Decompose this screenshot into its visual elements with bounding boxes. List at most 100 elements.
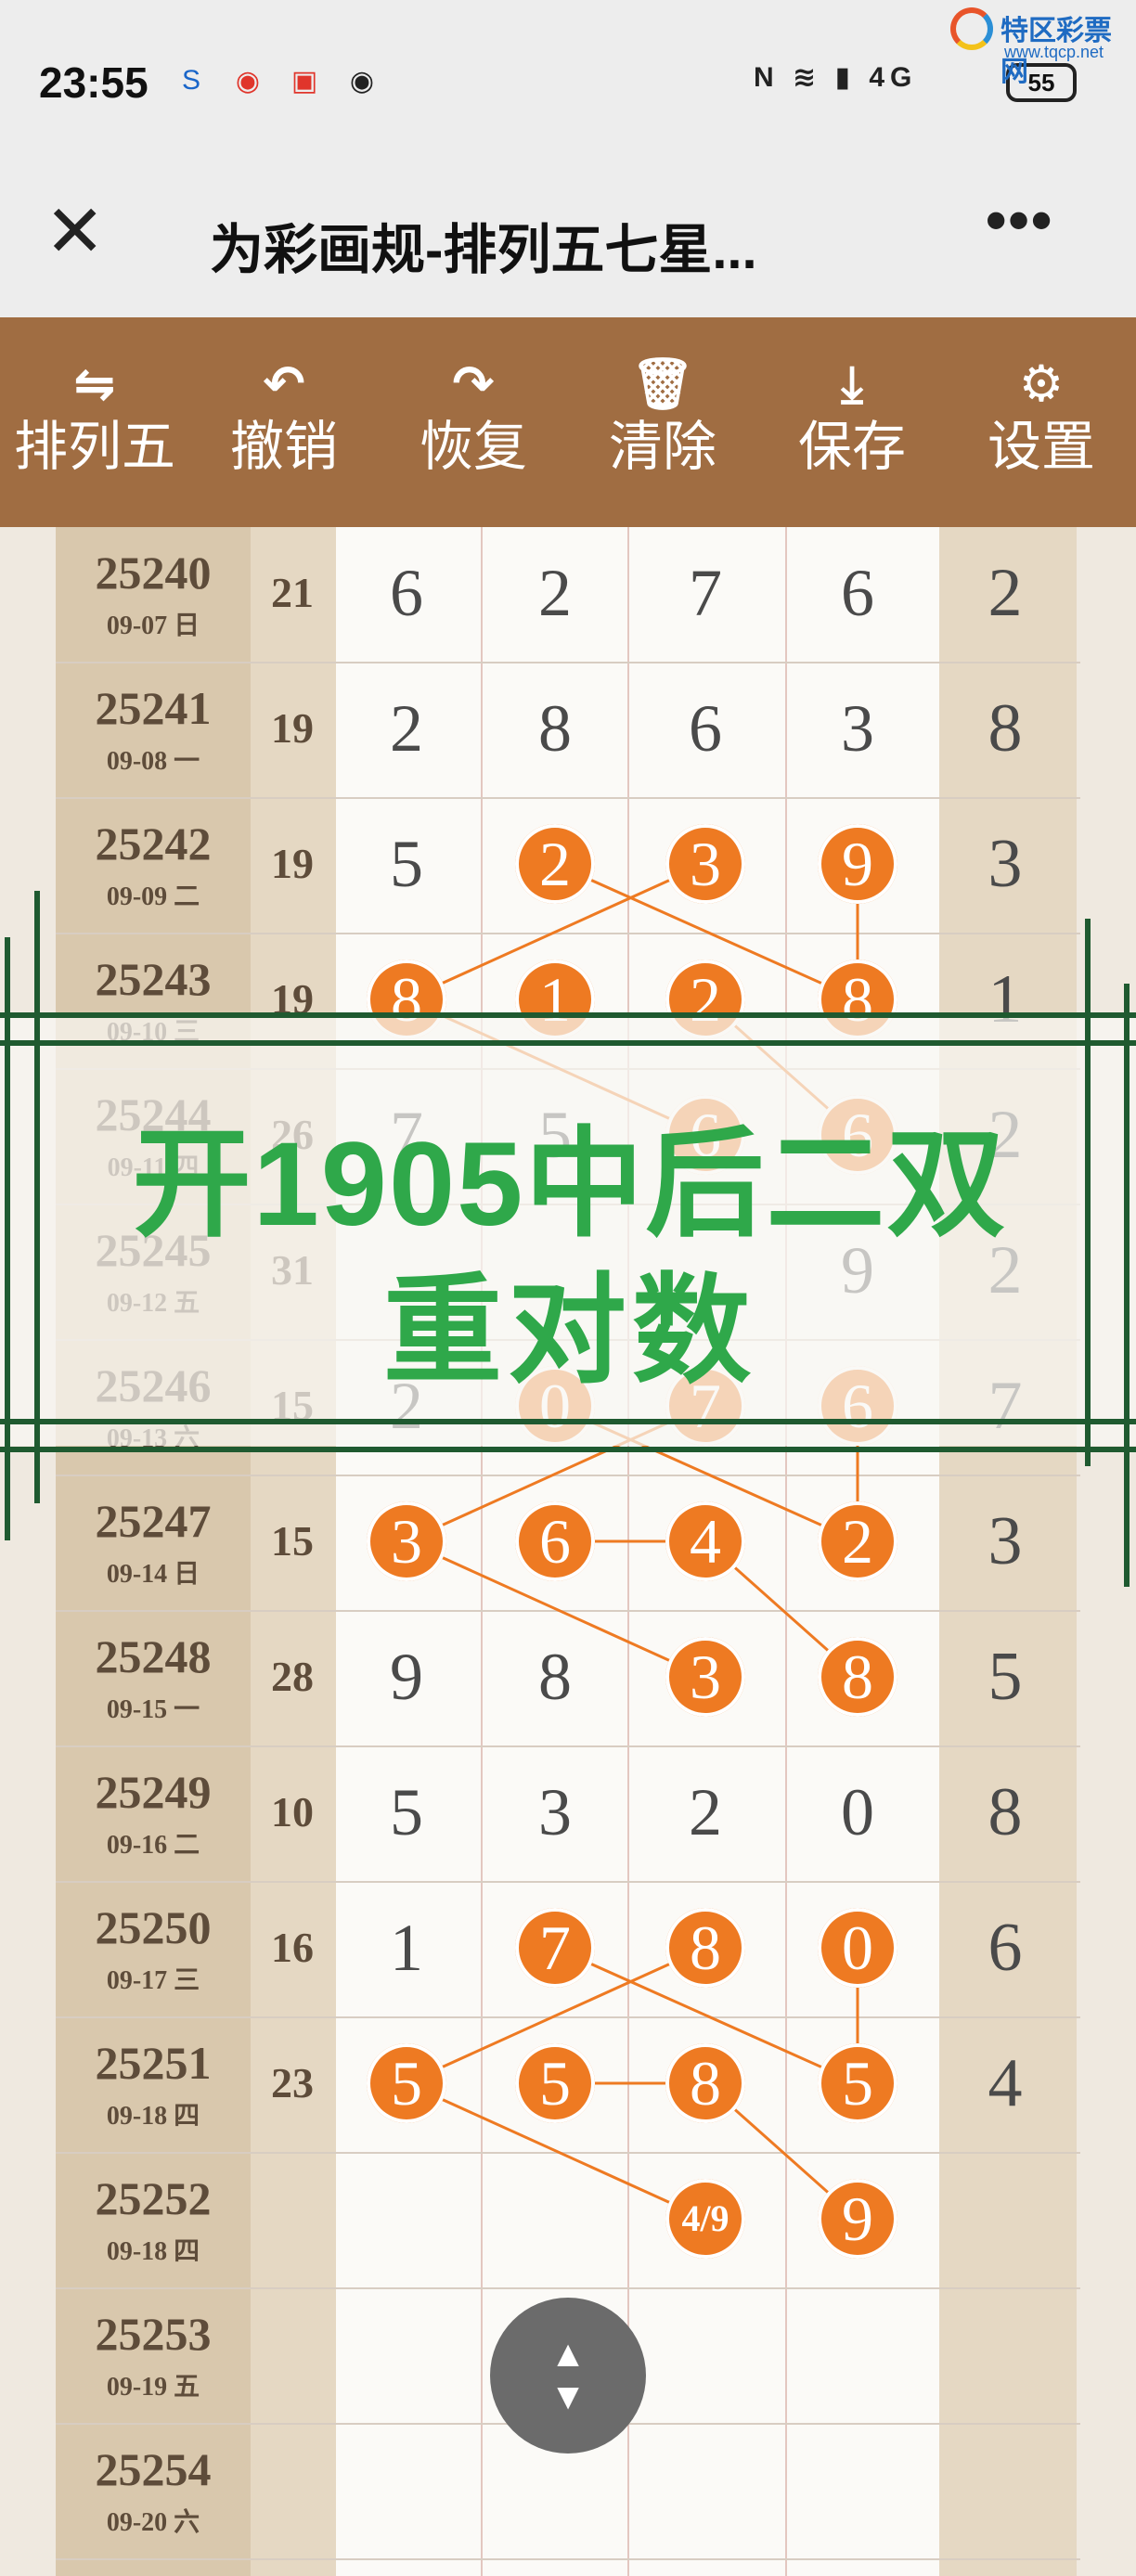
highlighted-digit: 6 xyxy=(515,1501,595,1581)
scroll-updown-button[interactable]: ▲ ▼ xyxy=(490,2298,646,2454)
period-date: 09-18 四 xyxy=(106,2237,200,2266)
period-date: 09-12 五 xyxy=(106,1289,200,1318)
digit-cell: 6 xyxy=(841,556,874,630)
last-digit: 8 xyxy=(988,1774,1023,1850)
network-type: 4G xyxy=(869,62,918,93)
weibo-icon: ◉ xyxy=(235,65,261,97)
toolbar-label: 撤销 xyxy=(229,417,338,477)
period-date: 09-10 三 xyxy=(106,1018,200,1047)
period-date: 09-18 四 xyxy=(106,2102,200,2131)
table-row: 25252 09-18 四 4/9 9 xyxy=(0,2153,1136,2288)
toolbar-item-0[interactable]: ⇋ 排列五 xyxy=(0,317,189,527)
table-row: 25240 09-07 日 21 6 2 7 6 2 xyxy=(0,527,1136,663)
switch-arrows-icon: ⇋ xyxy=(73,356,116,412)
highlighted-digit: 7 xyxy=(515,1908,595,1988)
highlighted-digit: 8 xyxy=(818,960,897,1039)
table-row: 25243 09-10 三 19 8 1 2 8 1 xyxy=(0,934,1136,1069)
signal-icon: ▮ xyxy=(834,62,857,93)
eye-icon: ◉ xyxy=(349,65,375,97)
sum-value: 26 xyxy=(271,1111,314,1158)
table-row: 25241 09-08 一 19 2 8 6 3 8 xyxy=(0,663,1136,798)
digit-cell: 5 xyxy=(390,827,423,901)
digit-cell: 3 xyxy=(841,691,874,766)
last-digit: 2 xyxy=(988,1097,1023,1173)
digit-cell: 8 xyxy=(538,1640,572,1714)
red-app-icon: ▣ xyxy=(290,65,318,97)
toolbar-label: 保存 xyxy=(797,417,906,477)
digit-cell: 7 xyxy=(390,1098,423,1172)
table-row: 25244 09-11 四 26 7 5 6 6 2 xyxy=(0,1069,1136,1204)
period-number: 25245 xyxy=(95,1224,212,1276)
last-digit: 3 xyxy=(988,826,1023,902)
period-number: 25246 xyxy=(95,1359,212,1411)
highlighted-digit: 3 xyxy=(367,1501,446,1581)
period-number: 25251 xyxy=(95,2037,212,2089)
toolbar-item-4[interactable]: ⤓ 保存 xyxy=(757,317,947,527)
highlighted-digit: 5 xyxy=(515,2043,595,2123)
more-dots-icon[interactable]: ••• xyxy=(986,186,1053,254)
highlighted-digit: 9 xyxy=(818,824,897,904)
table-row: 25247 09-14 日 15 3 6 4 2 3 xyxy=(0,1475,1136,1611)
lottery-table: 25240 09-07 日 21 6 2 7 6 2 25241 09-08 一 19 2 8 6 3 8 25… xyxy=(0,527,1136,2576)
period-date: 09-09 二 xyxy=(106,882,200,911)
sum-value: 19 xyxy=(271,975,314,1023)
highlighted-digit: 4 xyxy=(665,1501,745,1581)
highlighted-digit: 6 xyxy=(818,1095,897,1175)
last-digit: 4 xyxy=(988,2045,1023,2121)
period-number: 25253 xyxy=(95,2308,212,2360)
last-digit: 5 xyxy=(988,1639,1023,1715)
period-date: 09-14 日 xyxy=(106,1560,200,1589)
sum-value: 23 xyxy=(271,2059,314,2106)
sum-value: 16 xyxy=(271,1924,314,1971)
last-digit: 2 xyxy=(988,1232,1023,1308)
highlighted-digit: 0 xyxy=(515,1366,595,1446)
period-date: 09-07 日 xyxy=(106,612,200,640)
period-number: 25242 xyxy=(95,818,212,869)
period-date: 09-17 三 xyxy=(106,1966,200,1995)
page-title: 为彩画规-排列五七星... xyxy=(210,220,757,280)
highlighted-digit: 3 xyxy=(665,1637,745,1717)
wifi-icon: ≋ xyxy=(793,62,822,93)
digit-cell: 6 xyxy=(390,556,423,630)
table-row: 25249 09-16 二 10 5 3 2 0 8 xyxy=(0,1746,1136,1882)
period-number: 25250 xyxy=(95,1901,212,1953)
sum-value: 21 xyxy=(271,569,314,616)
toolbar-label: 排列五 xyxy=(13,417,175,477)
toolbar-item-2[interactable]: ↷ 恢复 xyxy=(379,317,568,527)
sum-value: 15 xyxy=(271,1517,314,1565)
close-icon[interactable]: ✕ xyxy=(45,195,105,267)
highlighted-digit: 7 xyxy=(665,1366,745,1446)
highlighted-digit: 8 xyxy=(665,1908,745,1988)
toolbar-item-5[interactable]: ⚙ 设置 xyxy=(947,317,1136,527)
status-bar: 23:55 S ◉ ▣ ◉ N ≋ ▮ 4G 55 特区彩票网 www.tqcp… xyxy=(0,0,1136,167)
table-row: 25251 09-18 四 23 5 5 8 5 4 xyxy=(0,2017,1136,2153)
period-number: 25254 xyxy=(95,2443,212,2495)
period-number: 25243 xyxy=(95,953,212,1005)
nfc-icon: N xyxy=(754,62,780,93)
last-digit: 8 xyxy=(988,690,1023,766)
highlighted-digit: 2 xyxy=(515,824,595,904)
highlighted-digit: 8 xyxy=(665,2043,745,2123)
sum-value: 15 xyxy=(271,1382,314,1429)
toolbar-item-3[interactable]: 🗑 清除 xyxy=(568,317,757,527)
sum-value: 31 xyxy=(271,1246,314,1294)
period-number: 25241 xyxy=(95,682,212,734)
highlighted-digit: 8 xyxy=(367,960,446,1039)
digit-cell: 2 xyxy=(689,1775,722,1849)
download-icon: ⤓ xyxy=(841,356,863,412)
period-number: 25249 xyxy=(95,1766,212,1818)
period-number: 25240 xyxy=(95,547,212,599)
highlighted-digit: 9 xyxy=(818,2179,897,2259)
table-row: 25242 09-09 二 19 5 2 3 9 3 xyxy=(0,798,1136,934)
toolbar-label: 清除 xyxy=(608,417,716,477)
toolbar-item-1[interactable]: ↶ 撤销 xyxy=(189,317,379,527)
table-row: 25246 09-13 六 15 2 0 7 6 7 xyxy=(0,1340,1136,1475)
period-date: 09-16 二 xyxy=(106,1831,200,1860)
highlighted-digit: 2 xyxy=(818,1501,897,1581)
highlighted-digit: 5 xyxy=(367,2043,446,2123)
digit-cell: 3 xyxy=(538,1775,572,1849)
sum-value: 19 xyxy=(271,704,314,752)
gear-icon: ⚙ xyxy=(1018,356,1065,412)
trash-icon: 🗑 xyxy=(630,356,695,412)
highlighted-digit: 3 xyxy=(665,824,745,904)
